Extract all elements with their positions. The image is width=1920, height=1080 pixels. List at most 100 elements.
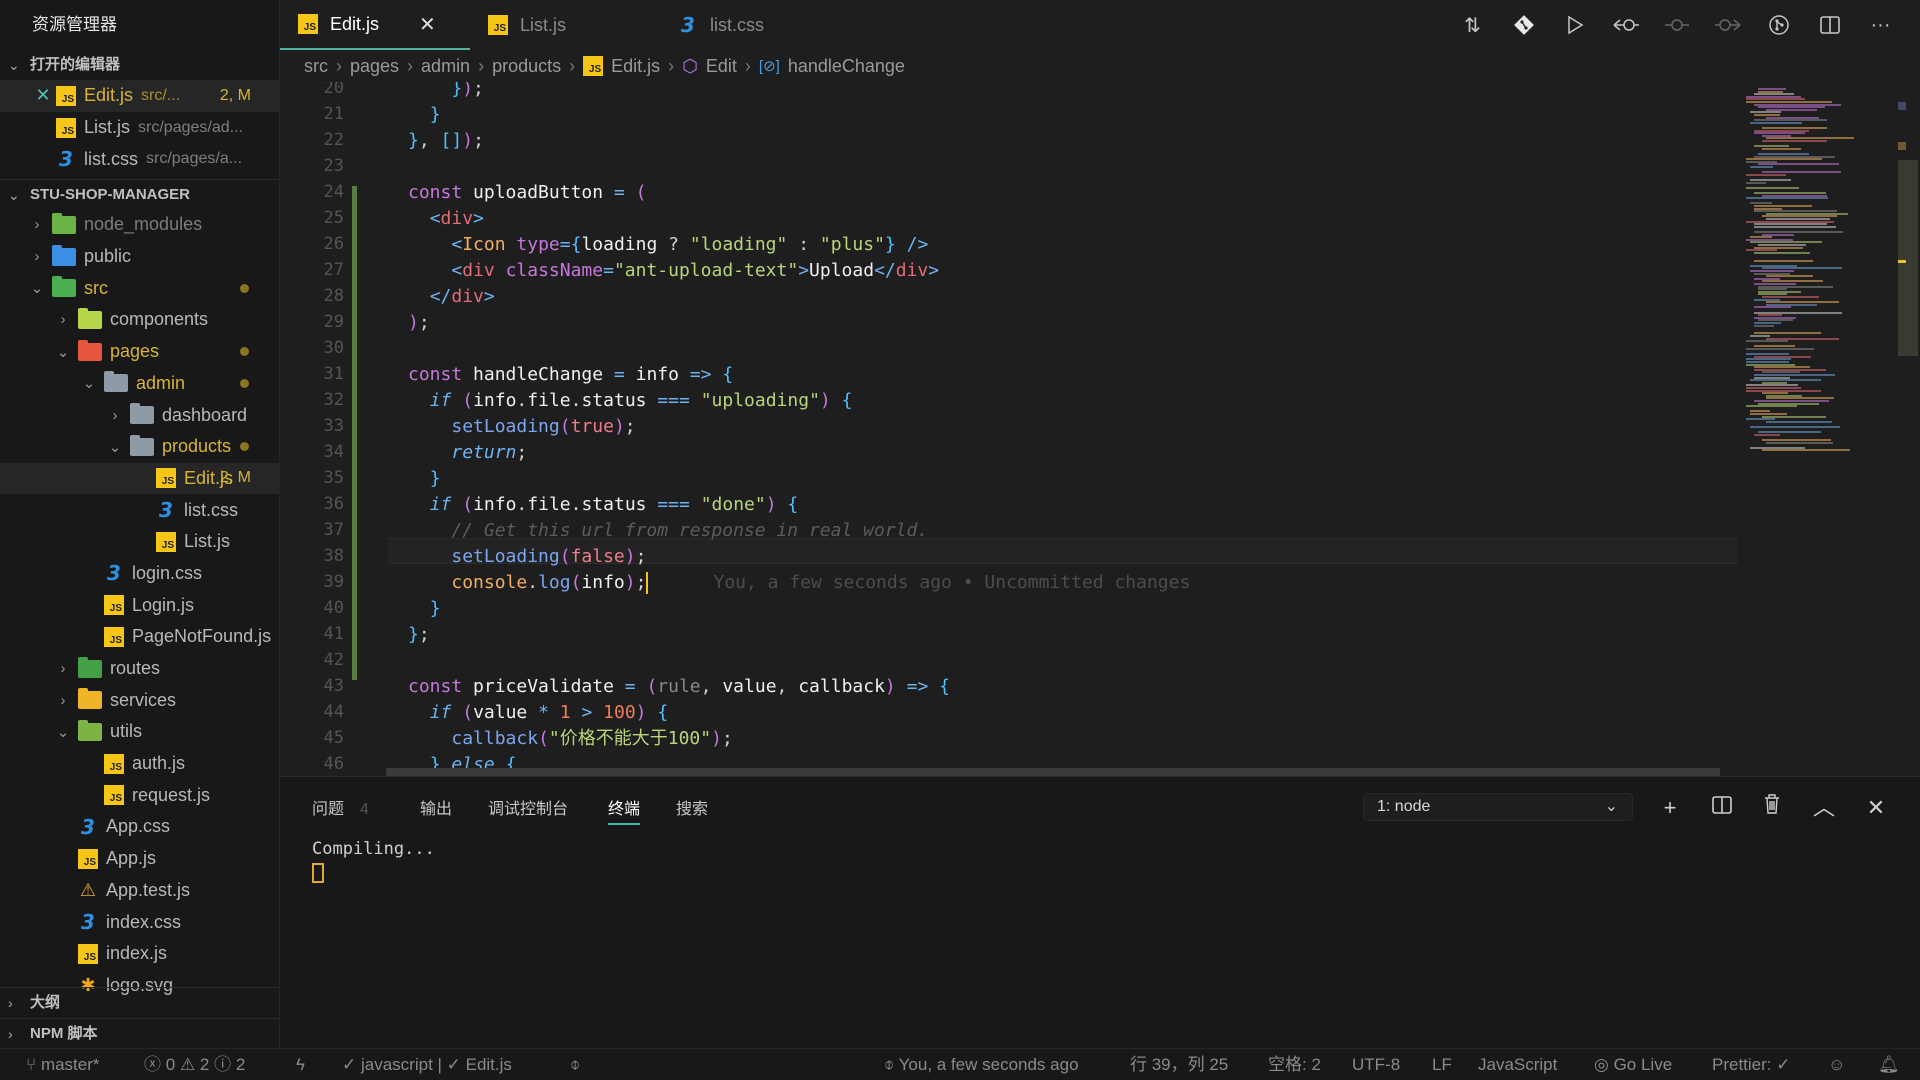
minimap[interactable]	[1738, 82, 1898, 776]
code-line[interactable]: }, []);	[408, 128, 484, 154]
tree-folder[interactable]: › public	[0, 241, 279, 273]
tree-folder[interactable]: ⌄ pages	[0, 336, 279, 368]
breadcrumb-item[interactable]: pages	[350, 56, 399, 77]
code-line[interactable]: </div>	[408, 284, 495, 310]
tree-folder[interactable]: ⌄ admin	[0, 368, 279, 400]
open-editors-header[interactable]: ⌄ 打开的编辑器	[0, 50, 279, 80]
tree-folder[interactable]: › components	[0, 304, 279, 336]
problems-indicator[interactable]: ⓧ 0 ⚠ 2 ⓘ 2	[144, 1049, 245, 1080]
open-editor-item[interactable]: JS List.js src/pages/ad...	[0, 112, 279, 144]
tree-file[interactable]: JS index.js	[0, 938, 279, 970]
tree-file[interactable]: 3 App.css	[0, 811, 279, 843]
code-line[interactable]: setLoading(false);	[408, 544, 646, 570]
tree-file[interactable]: JS request.js	[0, 779, 279, 811]
chevron-down-icon[interactable]: ⌄	[54, 343, 72, 361]
blame-status[interactable]: ⌽ You, a few seconds ago	[884, 1049, 1079, 1080]
code-line[interactable]: }	[408, 596, 441, 622]
vertical-scrollbar[interactable]	[1898, 82, 1920, 776]
code-line[interactable]: }	[408, 102, 441, 128]
tree-file[interactable]: JS PageNotFound.js	[0, 621, 279, 653]
tab-search[interactable]: 搜索	[676, 795, 708, 825]
code-line[interactable]: if (info.file.status === "uploading") {	[408, 388, 853, 414]
eslint-status[interactable]: ✓ javascript | ✓ Edit.js	[342, 1049, 512, 1080]
trash-icon[interactable]	[1754, 793, 1790, 823]
chevron-right-icon[interactable]: ›	[54, 660, 72, 677]
tree-file[interactable]: JS App.js	[0, 843, 279, 875]
close-icon[interactable]: ✕	[30, 85, 56, 106]
code-line[interactable]: if (info.file.status === "done") {	[408, 492, 799, 518]
run-icon[interactable]	[1549, 0, 1600, 50]
encoding[interactable]: UTF-8	[1352, 1049, 1400, 1080]
breadcrumb-item[interactable]: src	[304, 56, 328, 77]
horizontal-scrollbar[interactable]	[386, 768, 1720, 776]
tab-debug-console[interactable]: 调试控制台	[488, 795, 568, 825]
breadcrumb-item[interactable]: admin	[421, 56, 470, 77]
branch-indicator[interactable]: ⑂ master*	[26, 1049, 100, 1080]
more-actions-icon[interactable]: ···	[1855, 0, 1906, 50]
tab-list-js[interactable]: JS List.js	[470, 0, 660, 50]
code-line[interactable]: const priceValidate = (rule, value, call…	[408, 674, 950, 700]
tree-folder[interactable]: ⌄ src	[0, 272, 279, 304]
git-icon[interactable]	[1498, 0, 1549, 50]
tab-problems[interactable]: 问题 4	[312, 795, 369, 825]
previous-change-icon[interactable]	[1600, 0, 1651, 50]
tree-file[interactable]: JS List.js	[0, 526, 279, 558]
cursor-position[interactable]: 行 39，列 25	[1130, 1049, 1228, 1080]
code-line[interactable]: <div className="ant-upload-text">Upload<…	[408, 258, 939, 284]
outline-header[interactable]: › 大纲	[0, 987, 280, 1017]
split-editor-icon[interactable]	[1804, 0, 1855, 50]
code-line[interactable]: );	[408, 310, 430, 336]
code-line[interactable]: }	[408, 466, 441, 492]
prettier-status[interactable]: Prettier: ✓	[1712, 1049, 1790, 1080]
close-panel-icon[interactable]: ✕	[1858, 793, 1894, 823]
code-line[interactable]: <div>	[408, 206, 484, 232]
open-editor-item[interactable]: ✕ JS Edit.js src/... 2, M	[0, 80, 279, 112]
line-ending[interactable]: LF	[1432, 1049, 1452, 1080]
split-terminal-icon[interactable]	[1704, 793, 1740, 823]
chevron-down-icon[interactable]: ⌄	[106, 438, 124, 456]
code-line[interactable]: });	[408, 82, 484, 102]
scroll-thumb[interactable]	[1898, 160, 1918, 356]
code-line[interactable]: setLoading(true);	[408, 414, 635, 440]
tree-file[interactable]: 3 list.css	[0, 494, 279, 526]
bell-icon[interactable]: 🔔︎	[1878, 1049, 1900, 1080]
chevron-down-icon[interactable]: ⌄	[54, 723, 72, 741]
project-header[interactable]: ⌄ STU-SHOP-MANAGER	[0, 179, 279, 209]
tab-output[interactable]: 输出	[420, 795, 452, 825]
chevron-down-icon[interactable]: ⌄	[80, 374, 98, 392]
new-terminal-icon[interactable]: +	[1652, 793, 1688, 823]
code-line[interactable]: <Icon type={loading ? "loading" : "plus"…	[408, 232, 928, 258]
code-line[interactable]: const handleChange = info => {	[408, 362, 733, 388]
chevron-right-icon[interactable]: ›	[28, 248, 46, 265]
compare-changes-icon[interactable]: ⇅	[1447, 0, 1498, 50]
tree-folder[interactable]: › routes	[0, 653, 279, 685]
tree-file[interactable]: JS Login.js	[0, 589, 279, 621]
open-editor-item[interactable]: 3 list.css src/pages/a...	[0, 143, 279, 175]
close-icon[interactable]: ✕	[419, 12, 436, 37]
chevron-right-icon[interactable]: ›	[28, 216, 46, 233]
lightning-icon[interactable]: ϟ	[296, 1049, 305, 1080]
code-line[interactable]: // Get this url from response in real wo…	[408, 518, 928, 544]
go-live-button[interactable]: ◎ Go Live	[1594, 1049, 1672, 1080]
tab-list-css[interactable]: 3 list.css	[660, 0, 850, 50]
chevron-right-icon[interactable]: ›	[106, 407, 124, 424]
breadcrumb-item[interactable]: Edit	[706, 56, 737, 77]
git-graph-icon[interactable]	[1753, 0, 1804, 50]
code-line[interactable]: callback("价格不能大于100");	[408, 726, 732, 752]
terminal-output[interactable]: Compiling...	[312, 837, 435, 885]
tree-file[interactable]: 3 login.css	[0, 558, 279, 590]
tree-file[interactable]: JS Edit.js 2, M	[0, 462, 279, 495]
git-commit-icon[interactable]: ⌽	[570, 1049, 580, 1080]
tab-terminal[interactable]: 终端	[608, 795, 641, 825]
terminal-select[interactable]: 1: node ⌄	[1363, 793, 1633, 821]
breadcrumb-item[interactable]: handleChange	[788, 56, 905, 77]
tree-folder[interactable]: ⌄ products	[0, 431, 279, 463]
chevron-right-icon[interactable]: ›	[54, 692, 72, 709]
chevron-right-icon[interactable]: ›	[54, 311, 72, 328]
indentation[interactable]: 空格: 2	[1268, 1049, 1321, 1080]
npm-scripts-header[interactable]: › NPM 脚本	[0, 1018, 280, 1048]
breadcrumb-item[interactable]: Edit.js	[611, 56, 660, 77]
tree-file[interactable]: 3 index.css	[0, 906, 279, 938]
code-line[interactable]: const uploadButton = (	[408, 180, 646, 206]
code-line[interactable]: if (value * 1 > 100) {	[408, 700, 669, 726]
